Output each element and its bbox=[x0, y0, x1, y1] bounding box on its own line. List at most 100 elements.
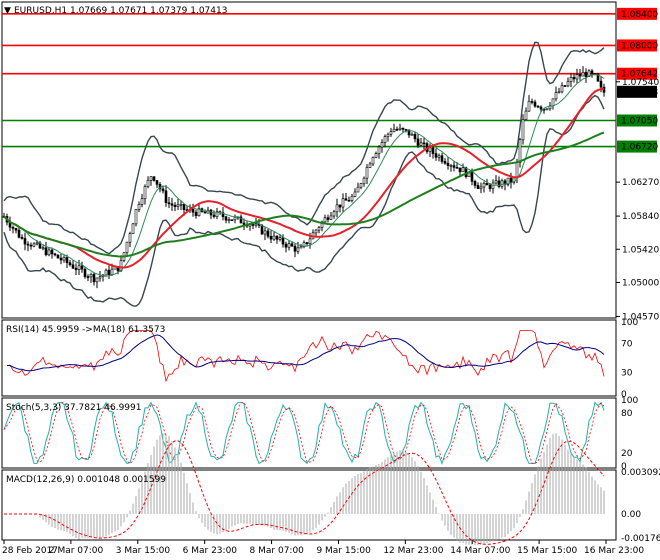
candle-body bbox=[131, 223, 135, 234]
candle-body bbox=[152, 176, 156, 181]
candle-body bbox=[125, 241, 129, 253]
candle-body bbox=[224, 216, 228, 221]
candle-body bbox=[437, 155, 441, 158]
candle-body bbox=[305, 242, 309, 244]
candle-body bbox=[62, 257, 66, 261]
candle-body bbox=[599, 80, 603, 88]
candle-body bbox=[170, 203, 174, 206]
candle-body bbox=[521, 119, 525, 141]
candle-body bbox=[323, 217, 327, 223]
candle-body bbox=[383, 136, 387, 143]
rsi-title: RSI(14) 45.9959 ->MA(18) 61.3573 bbox=[6, 325, 165, 335]
candle-body bbox=[80, 265, 84, 270]
candle-body bbox=[65, 257, 69, 264]
rsi-level-label: 30 bbox=[621, 368, 633, 378]
candle-body bbox=[47, 249, 51, 256]
candle-body bbox=[563, 85, 567, 87]
candle-body bbox=[14, 228, 18, 231]
candle-body bbox=[191, 209, 195, 213]
candle-body bbox=[251, 224, 255, 226]
candle-body bbox=[230, 219, 234, 221]
candle-body bbox=[584, 72, 588, 77]
time-axis-label: 9 Mar 15:00 bbox=[316, 546, 371, 556]
time-axis-label: 14 Mar 07:00 bbox=[450, 546, 510, 556]
candle-body bbox=[410, 133, 414, 136]
candle-body bbox=[254, 223, 258, 226]
candle-body bbox=[581, 72, 585, 77]
candle-body bbox=[434, 153, 438, 158]
candle-body bbox=[419, 142, 423, 146]
level-tag-label-4: 1.06720 bbox=[621, 143, 658, 153]
candle-body bbox=[266, 230, 270, 237]
candle-body bbox=[449, 165, 453, 167]
candle-body bbox=[308, 238, 312, 244]
stoch-level-label: 20 bbox=[621, 449, 633, 459]
candle-body bbox=[416, 138, 420, 146]
candle-body bbox=[233, 217, 237, 221]
candle-body bbox=[155, 180, 159, 185]
candle-body bbox=[362, 177, 366, 184]
candle-body bbox=[290, 243, 294, 247]
candle-body bbox=[173, 204, 177, 207]
candle-body bbox=[194, 211, 198, 216]
candle-body bbox=[68, 262, 72, 266]
candle-body bbox=[500, 180, 504, 187]
chart-symbol-icon: ▼ bbox=[4, 6, 11, 16]
candle-body bbox=[470, 171, 474, 182]
candle-body bbox=[326, 217, 330, 220]
trading-chart[interactable]: 1.084001.080001.076421.070501.067201.075… bbox=[0, 0, 660, 560]
candle-body bbox=[404, 129, 408, 131]
time-axis-label: 8 Mar 07:00 bbox=[250, 546, 305, 556]
candle-body bbox=[71, 264, 75, 269]
candle-body bbox=[269, 236, 273, 240]
candle-body bbox=[41, 247, 45, 250]
candle-body bbox=[485, 183, 489, 186]
candle-body bbox=[167, 202, 171, 205]
level-tag-label-1: 1.08000 bbox=[621, 41, 658, 51]
candle-body bbox=[578, 74, 582, 77]
candle-body bbox=[227, 219, 231, 221]
candle-body bbox=[281, 237, 285, 245]
candle-body bbox=[413, 133, 417, 140]
candle-body bbox=[479, 186, 483, 190]
candle-body bbox=[104, 269, 108, 276]
candle-body bbox=[278, 237, 282, 240]
candle-body bbox=[380, 142, 384, 148]
stoch-level-label: 100 bbox=[621, 396, 638, 406]
candle-body bbox=[20, 237, 24, 239]
candle-body bbox=[482, 183, 486, 188]
candle-body bbox=[329, 215, 333, 220]
candle-body bbox=[317, 227, 321, 231]
candle-body bbox=[494, 180, 498, 184]
candle-body bbox=[275, 235, 279, 240]
candle-body bbox=[287, 243, 291, 248]
candle-body bbox=[539, 106, 543, 110]
candle-body bbox=[389, 131, 393, 135]
candle-body bbox=[26, 243, 30, 246]
candle-body bbox=[110, 268, 114, 275]
time-axis-label: 3 Mar 15:00 bbox=[116, 546, 171, 556]
candle-body bbox=[455, 167, 459, 169]
level-tag-label-3: 1.07050 bbox=[621, 117, 658, 127]
candle-body bbox=[260, 225, 264, 235]
candle-body bbox=[299, 246, 303, 249]
current-price-label: 1.07413 bbox=[621, 88, 658, 98]
macd-level-label: 0.003092 bbox=[621, 468, 660, 478]
candle-body bbox=[146, 179, 150, 187]
candle-body bbox=[134, 209, 138, 225]
candle-body bbox=[353, 191, 357, 197]
candle-body bbox=[107, 269, 111, 275]
time-axis-label: 12 Mar 23:00 bbox=[383, 546, 443, 556]
rsi-level-label: 100 bbox=[621, 318, 638, 328]
candle-body bbox=[56, 254, 60, 259]
candle-body bbox=[128, 233, 132, 243]
chart-symbol: EURUSD,H1 bbox=[14, 6, 67, 16]
level-tag-label-0: 1.08400 bbox=[621, 10, 658, 20]
candle-body bbox=[401, 127, 405, 130]
candle-body bbox=[164, 190, 168, 203]
candle-body bbox=[509, 177, 513, 183]
candle-body bbox=[428, 147, 432, 152]
candle-body bbox=[536, 105, 540, 108]
candle-body bbox=[83, 268, 87, 277]
candle-body bbox=[335, 204, 339, 213]
